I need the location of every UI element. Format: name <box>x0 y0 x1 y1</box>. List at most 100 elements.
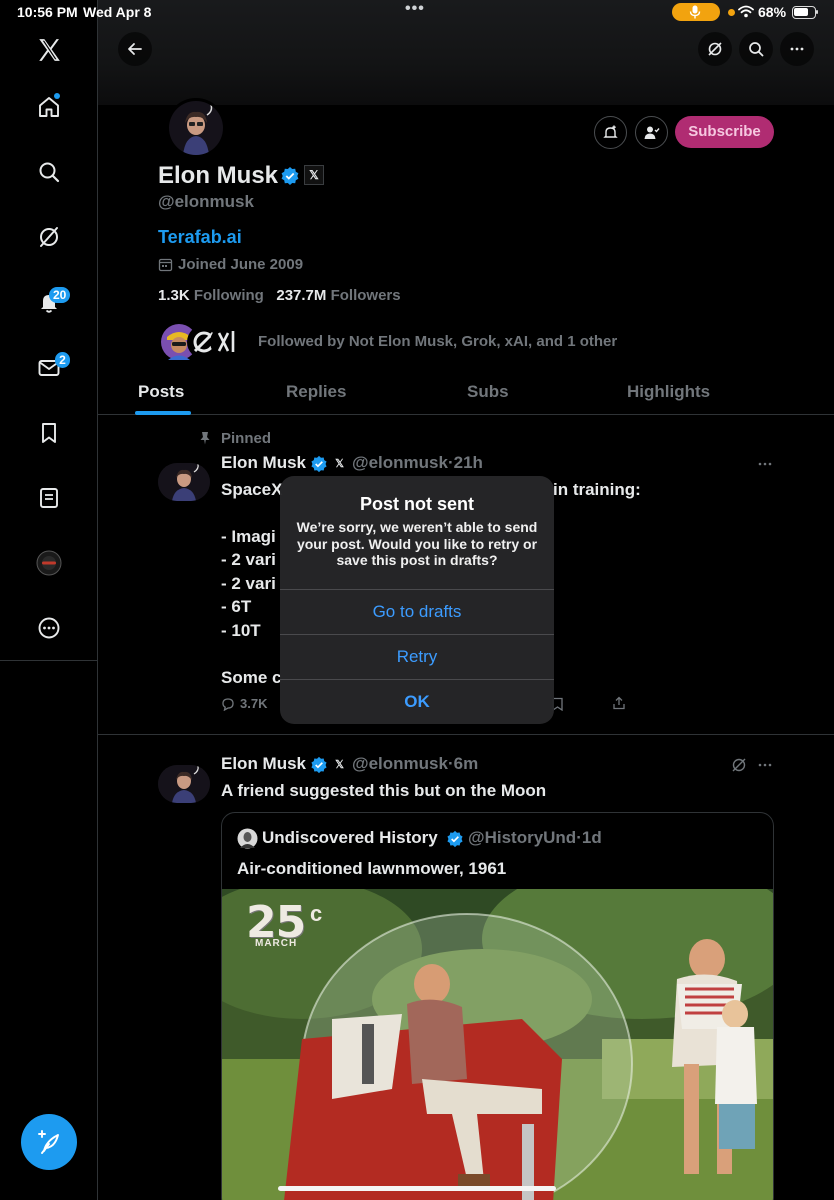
post-author-name[interactable]: Elon Musk <box>221 453 306 472</box>
profile-name: Elon Musk <box>158 162 279 189</box>
compose-icon <box>38 1130 59 1154</box>
ellipsis-icon[interactable] <box>757 757 773 773</box>
joined-text: Joined June 2009 <box>178 256 304 273</box>
home-indicator[interactable] <box>278 1186 556 1191</box>
quote-time: 1d <box>581 828 602 847</box>
quote-avatar <box>237 828 258 849</box>
battery-icon <box>792 6 818 19</box>
grok-icon[interactable] <box>731 757 747 773</box>
post-avatar[interactable] <box>158 765 210 803</box>
status-time: 10:56 PM <box>17 4 78 20</box>
bookmark-icon[interactable] <box>35 419 63 447</box>
pin-icon <box>200 432 210 445</box>
followed-by-text[interactable]: Followed by Not Elon Musk, Grok, xAI, an… <box>258 333 617 350</box>
quote-image[interactable]: 25 c MARCH <box>222 889 773 1200</box>
wifi-icon <box>738 5 754 18</box>
quote-author-name: Undiscovered History <box>262 828 438 847</box>
back-button[interactable] <box>118 32 152 66</box>
calendar-icon <box>158 258 173 272</box>
post-text-line: - 6T <box>221 597 252 616</box>
verified-badge-icon <box>447 830 463 848</box>
battery-percent: 68% <box>758 4 787 20</box>
profile-handle: @elonmusk <box>158 192 254 211</box>
privacy-dot <box>728 9 735 16</box>
x-affiliate-icon[interactable]: 𝕏 <box>304 165 324 185</box>
multitasking-dots[interactable]: ••• <box>405 0 425 18</box>
reply-count: 3.7K <box>240 696 268 711</box>
quoted-post[interactable]: Undiscovered History @HistoryUnd·1d Air-… <box>221 812 774 1200</box>
profile-avatar[interactable] <box>166 98 226 158</box>
verified-badge-icon <box>311 455 327 473</box>
more-options-button[interactable] <box>780 32 814 66</box>
following-label: Following <box>193 287 264 304</box>
profile-name-row: Elon Musk <box>158 162 278 190</box>
post-author-handle: @elonmusk <box>352 754 448 773</box>
active-tab-indicator <box>135 411 191 415</box>
followers-label: Followers <box>330 287 401 304</box>
go-to-drafts-button[interactable]: Go to drafts <box>280 589 554 634</box>
x-affiliate-icon: 𝕏 <box>335 458 344 470</box>
more-icon[interactable] <box>35 614 63 642</box>
followed-by-avatars[interactable] <box>160 323 242 361</box>
ok-button[interactable]: OK <box>280 679 554 724</box>
post-text-line: in training: <box>553 480 641 499</box>
post-divider <box>98 734 834 735</box>
reply-icon <box>222 697 234 711</box>
quote-author-handle: @HistoryUnd <box>468 828 577 847</box>
grok-button[interactable] <box>698 32 732 66</box>
user-check-icon <box>644 126 660 139</box>
quote-header: Undiscovered History <box>262 828 438 848</box>
compose-post-button[interactable] <box>21 1114 77 1170</box>
follow-counts: 1.3K Following 237.7M Followers <box>158 287 401 304</box>
following-link[interactable]: 1.3K Following <box>158 287 264 304</box>
search-profile-button[interactable] <box>739 32 773 66</box>
followers-link[interactable]: 237.7M Followers <box>276 287 400 304</box>
post-time[interactable]: 21h <box>454 453 483 472</box>
subscribe-button[interactable]: Subscribe <box>675 116 774 148</box>
notify-button[interactable] <box>594 116 627 149</box>
post-header: Elon Musk <box>221 453 306 473</box>
reply-action[interactable]: 3.7K <box>221 696 267 711</box>
post-text-line: SpaceX <box>221 480 283 499</box>
x-logo-icon[interactable] <box>35 36 63 64</box>
quote-meta: @HistoryUnd·1d <box>468 828 602 848</box>
search-icon[interactable] <box>35 158 63 186</box>
magazine-month: MARCH <box>255 938 298 949</box>
messages-badge: 2 <box>55 352 70 368</box>
post-text-line: - 2 vari <box>221 574 276 593</box>
grok-icon[interactable] <box>35 223 63 251</box>
microphone-indicator <box>672 3 720 21</box>
post-text-line: Some c <box>221 668 282 687</box>
pinned-label: Pinned <box>221 430 272 447</box>
post-time[interactable]: 6m <box>454 754 479 773</box>
follow-user-button[interactable] <box>635 116 668 149</box>
post-header: Elon Musk <box>221 754 306 774</box>
tab-subs[interactable]: Subs <box>467 382 509 402</box>
post-text-line: - Imagi <box>221 527 276 546</box>
tab-highlights[interactable]: Highlights <box>627 382 710 402</box>
tab-posts[interactable]: Posts <box>138 382 184 402</box>
post-not-sent-dialog: Post not sent We’re sorry, we weren’t ab… <box>280 476 554 724</box>
ellipsis-icon[interactable] <box>757 456 773 472</box>
post-author-handle: @elonmusk <box>352 453 448 472</box>
dialog-title: Post not sent <box>359 494 474 514</box>
status-date: Wed Apr 8 <box>83 4 152 20</box>
retry-button[interactable]: Retry <box>280 634 554 679</box>
profile-website-link[interactable]: Terafab.ai <box>158 227 242 248</box>
sidebar-divider <box>0 660 97 661</box>
followers-count: 237.7M <box>276 287 327 304</box>
post-text-line: - 10T <box>221 621 261 640</box>
spaces-icon[interactable] <box>35 549 63 577</box>
post-text: A friend suggested this but on the Moon <box>221 781 547 800</box>
post-author-name[interactable]: Elon Musk <box>221 754 306 773</box>
lists-icon[interactable] <box>35 484 63 512</box>
post-avatar[interactable] <box>158 463 210 501</box>
tab-replies[interactable]: Replies <box>286 382 346 402</box>
status-bar: 10:56 PM Wed Apr 8 ••• 68% <box>0 0 834 26</box>
share-icon[interactable] <box>612 696 626 710</box>
ellipsis-icon <box>790 47 804 51</box>
profile-tabs: Posts Replies Subs Highlights <box>98 372 834 415</box>
following-count: 1.3K <box>158 287 190 304</box>
post-text-line: - 2 vari <box>221 550 276 569</box>
x-affiliate-icon: 𝕏 <box>335 759 344 771</box>
